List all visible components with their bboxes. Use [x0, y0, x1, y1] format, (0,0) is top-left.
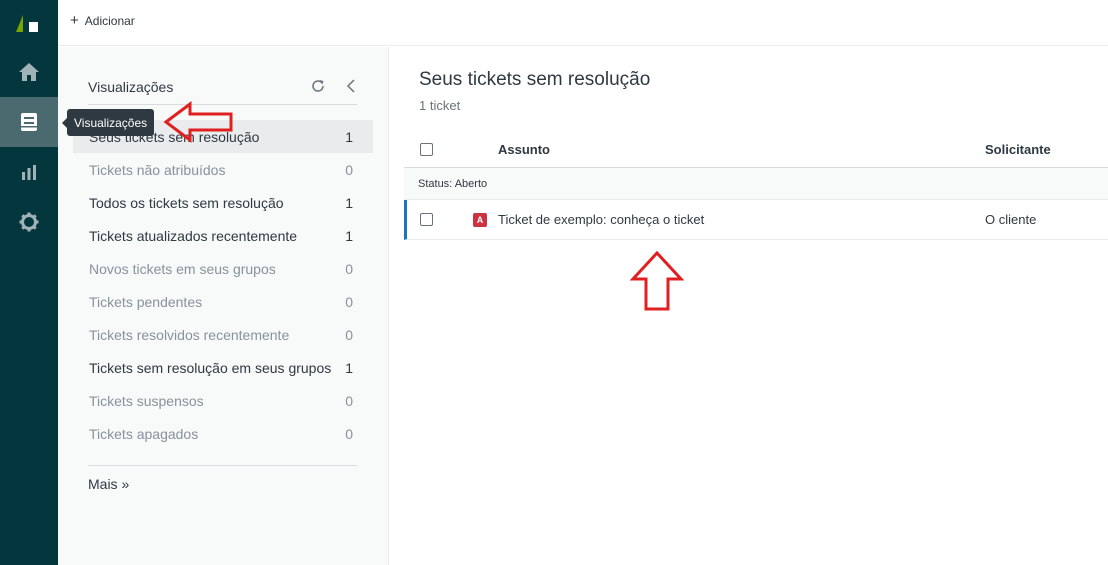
collapse-chevron-icon[interactable]	[344, 78, 358, 94]
plus-icon: +	[70, 12, 79, 29]
column-header-requester[interactable]: Solicitante	[985, 142, 1051, 157]
view-item[interactable]: Tickets não atribuídos 0	[73, 153, 373, 186]
view-item[interactable]: Tickets apagados 0	[73, 417, 373, 450]
views-title: Visualizações	[88, 79, 174, 95]
home-icon	[19, 63, 39, 81]
bar-chart-icon	[22, 165, 36, 180]
view-item-count: 0	[345, 161, 353, 178]
view-item-count: 1	[345, 227, 353, 244]
zendesk-logo-icon[interactable]	[14, 12, 44, 34]
product-rail	[0, 0, 58, 565]
row-checkbox[interactable]	[420, 213, 433, 226]
table-header: Assunto Solicitante	[404, 130, 1108, 168]
view-item-label: Tickets atualizados recentemente	[89, 227, 298, 244]
select-all-checkbox[interactable]	[420, 143, 433, 156]
column-header-subject[interactable]: Assunto	[498, 142, 550, 157]
view-item-label: Tickets resolvidos recentemente	[89, 326, 290, 343]
top-bar: + Adicionar	[58, 0, 1108, 46]
view-item-label: Tickets suspensos	[89, 392, 204, 409]
view-item-count: 0	[345, 425, 353, 442]
view-item[interactable]: Tickets atualizados recentemente 1	[73, 219, 373, 252]
view-item[interactable]: Todos os tickets sem resolução 1	[73, 186, 373, 219]
refresh-icon[interactable]	[310, 78, 326, 94]
view-item-count: 1	[345, 194, 353, 211]
group-row: Status: Aberto	[404, 168, 1108, 200]
more-views-link[interactable]: Mais »	[88, 476, 129, 492]
add-button-label: Adicionar	[84, 14, 135, 28]
reporting-nav-button[interactable]	[0, 147, 58, 197]
view-item[interactable]: Tickets suspensos 0	[73, 384, 373, 417]
gear-icon	[19, 212, 39, 232]
group-label: Status:	[418, 178, 453, 190]
table-row[interactable]: A Ticket de exemplo: conheça o ticket O …	[404, 200, 1108, 240]
status-badge: A	[473, 213, 487, 227]
view-item[interactable]: Novos tickets em seus grupos 0	[73, 252, 373, 285]
view-item-count: 0	[345, 392, 353, 409]
view-item-count: 1	[345, 128, 353, 145]
home-nav-button[interactable]	[0, 47, 58, 97]
view-item[interactable]: Tickets pendentes 0	[73, 285, 373, 318]
main-content: Seus tickets sem resolução 1 ticket Assu…	[389, 47, 1108, 565]
annotation-arrow-left-icon	[163, 101, 233, 143]
view-item-label: Todos os tickets sem resolução	[89, 194, 284, 211]
view-item-count: 1	[345, 359, 353, 376]
admin-nav-button[interactable]	[0, 197, 58, 247]
view-item[interactable]: Tickets sem resolução em seus grupos 1	[73, 351, 373, 384]
ticket-requester: O cliente	[985, 212, 1037, 227]
view-item-label: Novos tickets em seus grupos	[89, 260, 276, 277]
view-item-count: 0	[345, 260, 353, 277]
views-divider	[88, 465, 357, 466]
ticket-subject[interactable]: Ticket de exemplo: conheça o ticket	[498, 212, 704, 227]
view-item-count: 0	[345, 293, 353, 310]
view-item[interactable]: Tickets resolvidos recentemente 0	[73, 318, 373, 351]
view-item-count: 0	[345, 326, 353, 343]
annotation-arrow-up-icon	[630, 250, 684, 311]
ticket-count: 1 ticket	[419, 98, 461, 113]
group-value: Aberto	[454, 178, 488, 190]
view-item-label: Tickets pendentes	[89, 293, 203, 310]
views-icon	[21, 113, 37, 131]
page-title: Seus tickets sem resolução	[419, 69, 651, 90]
view-item-label: Tickets sem resolução em seus grupos	[89, 359, 332, 376]
views-nav-button[interactable]	[0, 97, 58, 147]
view-list: Seus tickets sem resolução 1 Tickets não…	[73, 120, 373, 450]
view-item-label: Tickets apagados	[89, 425, 199, 442]
views-tooltip: Visualizações	[61, 109, 155, 136]
add-button[interactable]: + Adicionar	[70, 12, 135, 29]
view-item-label: Tickets não atribuídos	[89, 161, 226, 178]
